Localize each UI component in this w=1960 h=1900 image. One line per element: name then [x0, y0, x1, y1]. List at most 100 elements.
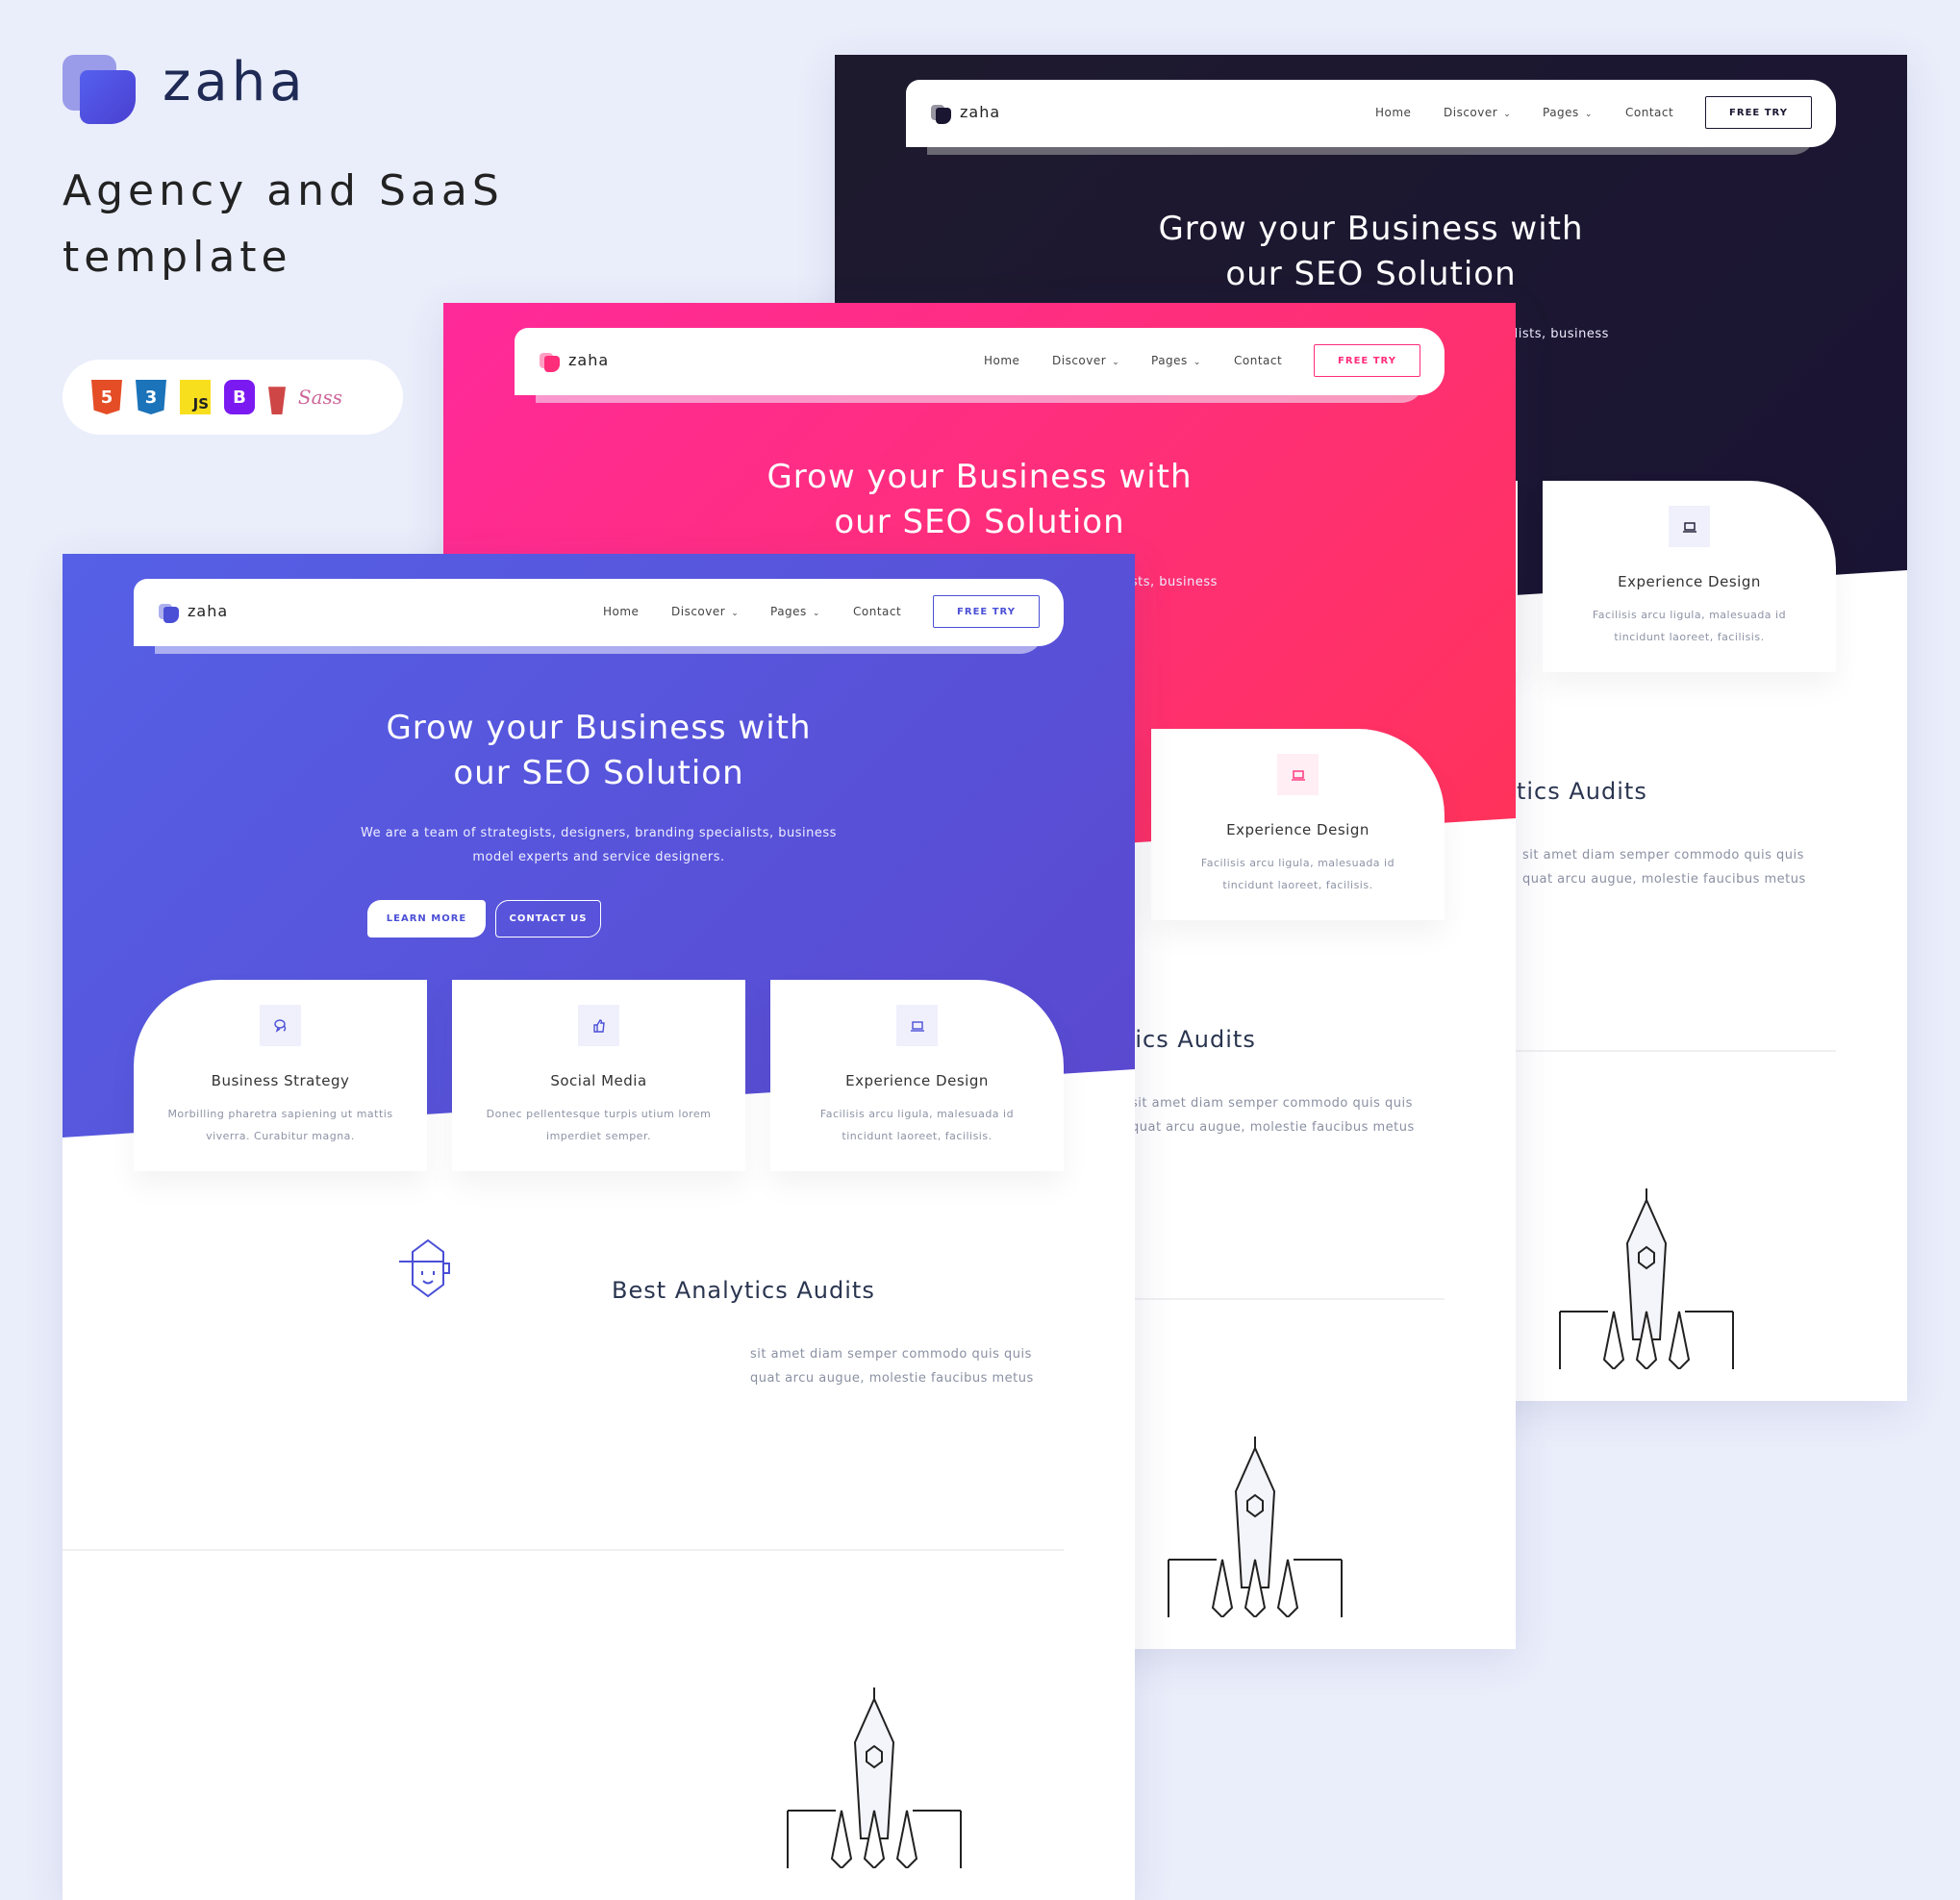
- card-desc-line: Facilisis arcu ligula, malesuada id: [1200, 857, 1395, 869]
- laptop-icon: [1669, 506, 1710, 547]
- sass-icon: Sass: [297, 386, 343, 409]
- service-card: Business Strategy Morbilling pharetra sa…: [134, 980, 427, 1171]
- hero-title-line: Grow your Business with: [766, 458, 1193, 496]
- gulp-icon: [268, 387, 286, 414]
- rocket-icon: [778, 1686, 970, 1872]
- laptop-icon: [1277, 754, 1319, 795]
- tech-stack-pill: 5 3 JS B Sass: [63, 360, 403, 435]
- chevron-down-icon: ⌄: [1503, 110, 1512, 119]
- css3-icon: 3: [136, 380, 166, 414]
- navbar: zaha Home Discover ⌄ Pages ⌄ Contact FREE …: [906, 80, 1836, 147]
- card-title: Experience Design: [845, 1072, 989, 1089]
- card-title: Experience Design: [1226, 821, 1369, 838]
- card-desc-line: Facilisis arcu ligula, malesuada id: [819, 1108, 1015, 1120]
- nav-pages-label: Pages: [770, 605, 807, 618]
- hero-title: Grow your Business with our SEO Solution: [443, 455, 1516, 545]
- card-description: Facilisis arcu ligula, malesuada id tinci…: [1170, 852, 1425, 896]
- analytics-para-line: sit amet diam semper commodo quis quis: [750, 1347, 1032, 1362]
- card-desc-line: Morbilling pharetra sapiening ut mattis: [167, 1108, 393, 1120]
- nav-pages-label: Pages: [1151, 354, 1188, 367]
- hero-title: Grow your Business with our SEO Solution: [835, 207, 1907, 297]
- nav-home[interactable]: Home: [603, 605, 639, 618]
- logo-icon[interactable]: [159, 604, 180, 623]
- nav-discover[interactable]: Discover ⌄: [671, 605, 739, 618]
- analytics-para-line: quat arcu augue, molestie faucibus metus: [750, 1371, 1034, 1386]
- card-description: Facilisis arcu ligula, malesuada id tinci…: [1562, 604, 1817, 648]
- analytics-paragraph: sit amet diam semper commodo quis quis qu…: [1522, 843, 1806, 891]
- service-card: Experience Design Facilisis arcu ligula,…: [770, 980, 1064, 1171]
- navbar: zaha Home Discover ⌄ Pages ⌄ Contact FREE …: [515, 328, 1445, 395]
- card-desc-line: tincidunt laoreet, facilisis.: [1222, 879, 1373, 891]
- nav-discover-label: Discover: [1444, 106, 1498, 119]
- chevron-down-icon: ⌄: [1112, 358, 1120, 367]
- nav-contact[interactable]: Contact: [853, 605, 901, 618]
- service-card: Experience Design Facilisis arcu ligula,…: [1151, 729, 1445, 920]
- chevron-down-icon: ⌄: [731, 609, 740, 618]
- free-try-button[interactable]: FREE TRY: [1705, 96, 1812, 129]
- nav-pages[interactable]: Pages ⌄: [1543, 106, 1593, 119]
- logo-icon[interactable]: [540, 353, 561, 372]
- nav-discover-label: Discover: [1052, 354, 1107, 367]
- nav-discover[interactable]: Discover ⌄: [1052, 354, 1119, 367]
- analytics-para-line: sit amet diam semper commodo quis quis: [1131, 1096, 1413, 1111]
- analytics-face-icon: [394, 1238, 462, 1302]
- nav-discover-label: Discover: [671, 605, 726, 618]
- nav-contact[interactable]: Contact: [1234, 354, 1282, 367]
- free-try-button[interactable]: FREE TRY: [1314, 344, 1420, 377]
- hero-title-line: our SEO Solution: [453, 754, 744, 792]
- logo-text[interactable]: zaha: [960, 103, 1000, 121]
- card-title: Experience Design: [1618, 573, 1761, 590]
- thumbs-up-icon: [578, 1005, 619, 1046]
- hero-subtitle: We are a team of strategists, designers,…: [63, 821, 1135, 869]
- tagline-line-2: template: [63, 233, 292, 282]
- chevron-down-icon: ⌄: [1193, 358, 1201, 367]
- rocket-icon: [1550, 1187, 1743, 1373]
- contact-us-button[interactable]: CONTACT US: [495, 900, 601, 938]
- chat-icon: [260, 1005, 301, 1046]
- analytics-para-line: quat arcu augue, molestie faucibus metus: [1131, 1120, 1415, 1135]
- hero-title-line: our SEO Solution: [1225, 255, 1517, 293]
- mockup-blue: Grow your Business with our SEO Solution…: [63, 554, 1135, 1900]
- chevron-down-icon: ⌄: [812, 609, 820, 618]
- logo-icon[interactable]: [931, 105, 952, 124]
- nav-discover[interactable]: Discover ⌄: [1444, 106, 1511, 119]
- analytics-heading: Best Analytics Audits: [612, 1277, 875, 1304]
- free-try-button[interactable]: FREE TRY: [933, 595, 1040, 628]
- chevron-down-icon: ⌄: [1584, 110, 1593, 119]
- card-desc-line: tincidunt laoreet, facilisis.: [842, 1130, 993, 1142]
- zaha-logo: [63, 55, 139, 124]
- card-desc-line: tincidunt laoreet, facilisis.: [1614, 631, 1765, 643]
- service-card: Experience Design Facilisis arcu ligula,…: [1543, 481, 1836, 672]
- nav-pages-label: Pages: [1543, 106, 1579, 119]
- section-divider: [63, 1549, 1064, 1551]
- nav-home[interactable]: Home: [1375, 106, 1411, 119]
- tagline-line-1: Agency and SaaS: [63, 166, 504, 215]
- tagline: Agency and SaaS template: [63, 158, 504, 290]
- navbar: zaha Home Discover ⌄ Pages ⌄ Contact FREE …: [134, 579, 1064, 646]
- rocket-icon: [1159, 1435, 1351, 1621]
- nav-home[interactable]: Home: [984, 354, 1019, 367]
- card-description: Donec pellentesque turpis utium lorem imp…: [471, 1103, 726, 1147]
- javascript-icon: JS: [180, 380, 211, 414]
- learn-more-button[interactable]: LEARN MORE: [367, 900, 486, 938]
- nav-pages[interactable]: Pages ⌄: [1151, 354, 1201, 367]
- card-desc-line: viverra. Curabitur magna.: [206, 1130, 355, 1142]
- nav-pages[interactable]: Pages ⌄: [770, 605, 820, 618]
- card-desc-line: imperdiet semper.: [546, 1130, 651, 1142]
- analytics-paragraph: sit amet diam semper commodo quis quis qu…: [750, 1342, 1034, 1390]
- card-desc-line: Donec pellentesque turpis utium lorem: [486, 1108, 712, 1120]
- card-description: Facilisis arcu ligula, malesuada id tinci…: [790, 1103, 1044, 1147]
- logo-text[interactable]: zaha: [568, 351, 609, 369]
- hero-title-line: Grow your Business with: [386, 709, 812, 747]
- card-title: Business Strategy: [211, 1072, 350, 1089]
- service-card: Social Media Donec pellentesque turpis u…: [452, 980, 745, 1171]
- nav-contact[interactable]: Contact: [1625, 106, 1673, 119]
- html5-icon: 5: [91, 380, 122, 414]
- card-title: Social Media: [550, 1072, 647, 1089]
- hero-subtitle-line: We are a team of strategists, designers,…: [361, 826, 837, 840]
- card-description: Morbilling pharetra sapiening ut mattis v…: [153, 1103, 408, 1147]
- hero-subtitle-line: model experts and service designers.: [472, 850, 725, 864]
- logo-text[interactable]: zaha: [188, 602, 228, 620]
- brand-name: zaha: [163, 51, 307, 113]
- card-desc-line: Facilisis arcu ligula, malesuada id: [1592, 609, 1787, 621]
